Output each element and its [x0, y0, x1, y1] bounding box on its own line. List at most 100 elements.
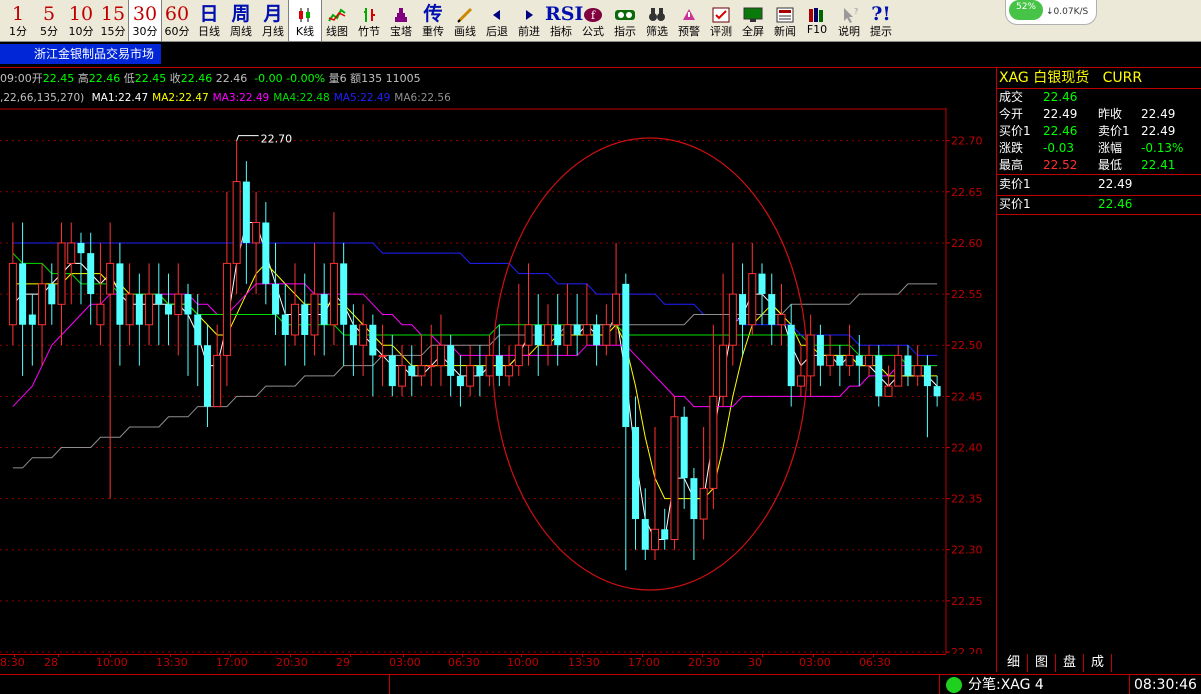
market-tab[interactable]: 浙江金银制品交易市场 — [0, 44, 161, 64]
candle[interactable] — [48, 263, 56, 325]
bottom-tab[interactable]: 成 — [1084, 654, 1112, 672]
candle[interactable] — [19, 222, 27, 376]
candle[interactable] — [8, 222, 17, 346]
candle[interactable] — [281, 283, 289, 366]
candle[interactable] — [77, 232, 85, 305]
bottom-tab[interactable]: 图 — [1028, 654, 1056, 672]
candle[interactable] — [291, 263, 300, 346]
candle[interactable] — [466, 345, 475, 397]
candle[interactable] — [38, 263, 47, 366]
candle[interactable] — [884, 365, 893, 397]
candle[interactable] — [816, 324, 824, 387]
candle[interactable] — [690, 467, 698, 560]
candle[interactable] — [632, 396, 640, 550]
candle[interactable] — [203, 324, 211, 428]
candle[interactable] — [768, 273, 776, 346]
candle[interactable] — [894, 345, 903, 387]
candle[interactable] — [680, 406, 688, 509]
candle[interactable] — [593, 314, 601, 366]
candle[interactable] — [320, 263, 328, 356]
candle[interactable] — [913, 345, 922, 387]
candle[interactable] — [87, 232, 95, 325]
line-chart-button[interactable]: 线图 — [321, 0, 353, 41]
candle[interactable] — [709, 324, 718, 509]
candle[interactable] — [602, 304, 611, 356]
period-30min-button[interactable]: 30 30分 — [128, 0, 162, 42]
candle[interactable] — [222, 191, 231, 387]
candle[interactable] — [534, 294, 542, 376]
candle[interactable] — [340, 242, 348, 366]
candle[interactable] — [787, 304, 795, 407]
candle[interactable] — [349, 304, 357, 376]
candle[interactable] — [28, 294, 36, 366]
filter-button[interactable]: 筛选 — [641, 0, 673, 41]
candle[interactable] — [427, 324, 436, 387]
formula-button[interactable]: f 公式 — [577, 0, 609, 41]
candle[interactable] — [796, 345, 805, 397]
candle[interactable] — [194, 294, 202, 387]
candle[interactable] — [777, 283, 786, 346]
candle[interactable] — [875, 345, 883, 407]
candle[interactable] — [447, 334, 455, 397]
candle[interactable] — [904, 345, 912, 387]
tower-button[interactable]: 宝塔 — [385, 0, 417, 41]
candle[interactable] — [232, 140, 241, 295]
candle[interactable] — [165, 273, 173, 346]
period-15min-button[interactable]: 15 15分 — [97, 0, 129, 41]
back-button[interactable]: 后退 — [481, 0, 513, 41]
indicator-button[interactable]: RSI 指标 — [545, 0, 583, 41]
candle[interactable] — [369, 314, 377, 397]
candle[interactable] — [865, 345, 874, 376]
candle[interactable] — [826, 334, 835, 376]
candle[interactable] — [933, 375, 941, 407]
manual-button[interactable]: ? 说明 — [833, 0, 865, 41]
candle[interactable] — [554, 294, 562, 366]
period-week-button[interactable]: 周周线 — [225, 0, 257, 41]
candle[interactable] — [670, 396, 679, 550]
candle[interactable] — [262, 202, 270, 305]
candle[interactable] — [417, 334, 426, 387]
candle[interactable] — [476, 345, 484, 397]
candle[interactable] — [329, 212, 338, 346]
candle[interactable] — [135, 273, 143, 366]
period-day-button[interactable]: 日日线 — [193, 0, 225, 41]
bottom-tab[interactable]: 盘 — [1056, 654, 1084, 672]
tips-button[interactable]: ?! 提示 — [865, 0, 897, 41]
bamboo-button[interactable]: 竹节 — [353, 0, 385, 41]
fullscreen-button[interactable]: 全屏 — [737, 0, 769, 41]
candle[interactable] — [408, 345, 416, 397]
candle[interactable] — [524, 263, 533, 366]
draw-line-button[interactable]: 画线 — [449, 0, 481, 41]
period-5min-button[interactable]: 5 5分 — [33, 0, 65, 41]
period-month-button[interactable]: 月月线 — [257, 0, 289, 41]
candle[interactable] — [514, 283, 523, 376]
candle[interactable] — [145, 263, 154, 346]
candle[interactable] — [184, 283, 192, 376]
candle[interactable] — [310, 242, 319, 356]
candle[interactable] — [213, 324, 222, 408]
candle[interactable] — [845, 324, 854, 376]
candle[interactable] — [57, 222, 66, 346]
candle[interactable] — [436, 314, 445, 387]
candle[interactable] — [748, 242, 757, 335]
news-button[interactable]: 新闻 — [769, 0, 801, 41]
candle[interactable] — [563, 283, 572, 356]
period-60min-button[interactable]: 60 60分 — [161, 0, 193, 41]
candle[interactable] — [272, 242, 280, 335]
period-1min-button[interactable]: 1 1分 — [3, 0, 33, 41]
candle[interactable] — [301, 273, 309, 366]
kline-chart[interactable]: 22.70 22.65 22.60 22.55 22.50 22.45 22.40 22.35… — [0, 108, 996, 654]
candle[interactable] — [125, 263, 134, 346]
candle[interactable] — [155, 263, 163, 346]
candle[interactable] — [359, 304, 368, 376]
candle[interactable] — [728, 242, 737, 366]
candle[interactable] — [582, 283, 591, 346]
candle[interactable] — [116, 242, 124, 366]
bottom-tab[interactable]: 细 — [1000, 654, 1028, 672]
candle[interactable] — [378, 324, 387, 387]
candle[interactable] — [719, 273, 728, 407]
candle[interactable] — [495, 324, 503, 387]
candle[interactable] — [650, 427, 659, 560]
candle[interactable] — [661, 508, 669, 550]
candle[interactable] — [806, 314, 815, 397]
